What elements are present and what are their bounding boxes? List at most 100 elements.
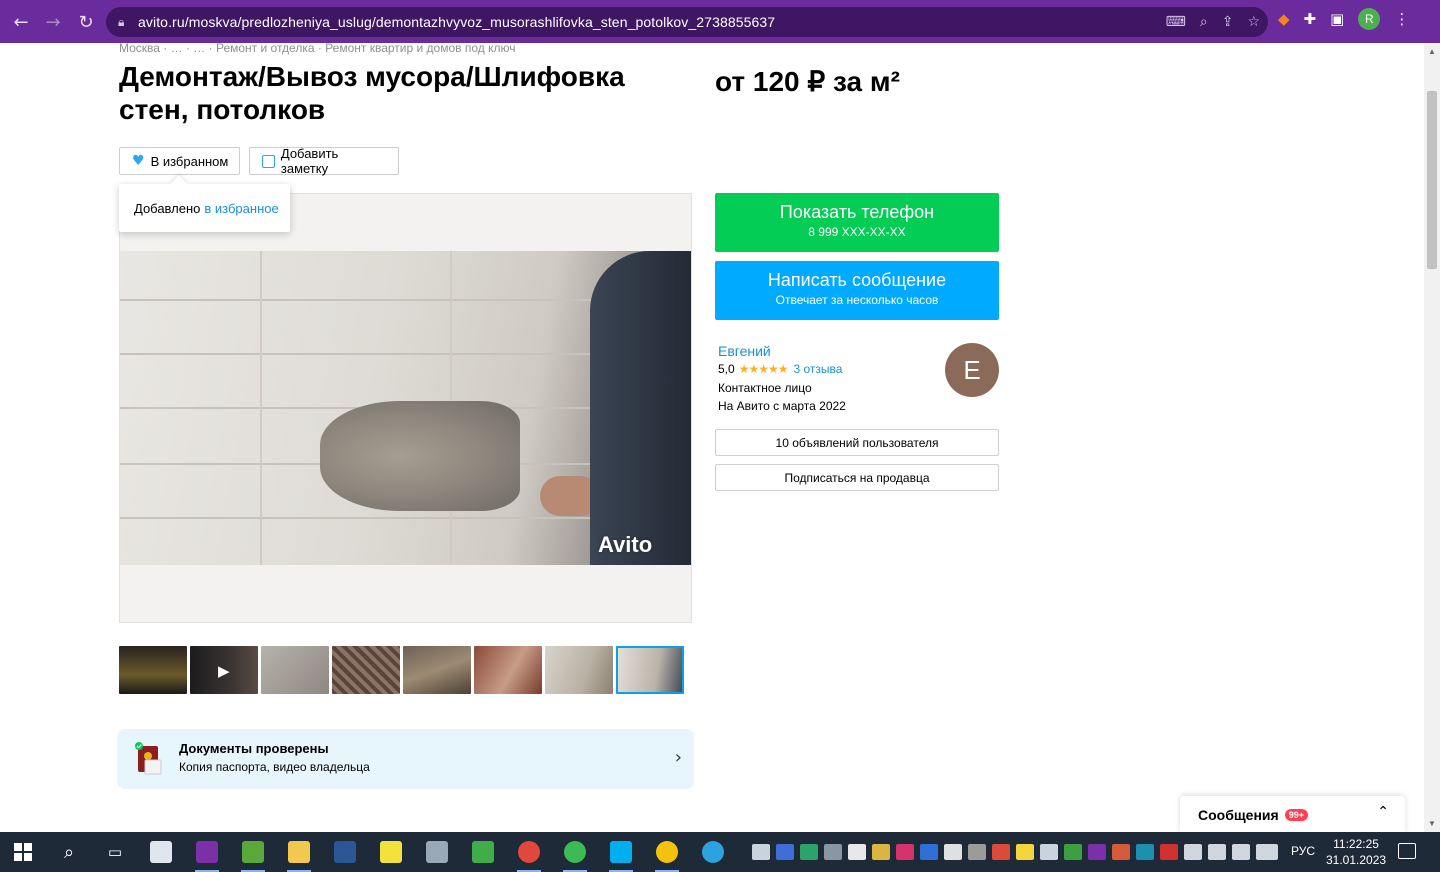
seller-name-link[interactable]: Евгений: [718, 343, 771, 359]
tray-icon[interactable]: [920, 844, 938, 860]
system-clock[interactable]: 11:22:25 31.01.2023: [1326, 836, 1386, 868]
seller-rating: 5,0 ★★★★★ 3 отзыва: [718, 362, 842, 376]
sticky-notes-icon[interactable]: [368, 832, 414, 872]
thumbnail[interactable]: [261, 646, 329, 694]
language-indicator[interactable]: РУС: [1291, 844, 1315, 858]
keyboard-icon[interactable]: [1256, 844, 1278, 860]
translate-icon[interactable]: ⌨: [1166, 14, 1186, 30]
spreadsheet-icon[interactable]: [460, 832, 506, 872]
page-scrollbar[interactable]: ▲ ▼: [1424, 43, 1440, 832]
notepad-icon[interactable]: [138, 832, 184, 872]
battery-icon[interactable]: [1184, 844, 1202, 860]
skype-icon[interactable]: [598, 832, 644, 872]
messages-widget[interactable]: Сообщения 99+ ⌃: [1180, 796, 1405, 832]
tray-icon[interactable]: [896, 844, 914, 860]
tray-icon[interactable]: [800, 844, 818, 860]
thumbnail-selected[interactable]: [616, 646, 684, 694]
write-message-button[interactable]: Написать сообщение Отвечает за несколько…: [715, 261, 999, 320]
tooltip-text: Добавлено: [134, 200, 201, 216]
favorites-link[interactable]: в избранное: [204, 201, 278, 216]
messages-label: Сообщения: [1198, 807, 1279, 823]
thumbnail-strip: ▶: [119, 646, 684, 694]
tray-icon[interactable]: [776, 844, 794, 860]
profile-avatar[interactable]: R: [1358, 8, 1381, 30]
scroll-up-arrow-icon[interactable]: ▲: [1428, 47, 1436, 56]
tray-icon[interactable]: [872, 844, 890, 860]
chrome-profile-icon[interactable]: [644, 832, 690, 872]
tray-icon[interactable]: [824, 844, 842, 860]
telegram-icon[interactable]: [690, 832, 736, 872]
page-title: Демонтаж/Вывоз мусора/Шлифовка стен, пот…: [119, 61, 625, 125]
system-tray: [752, 832, 1278, 872]
lock-icon: 🔒︎: [118, 14, 125, 29]
scroll-down-arrow-icon[interactable]: ▼: [1428, 819, 1436, 828]
tray-icon[interactable]: [1160, 844, 1178, 860]
back-icon[interactable]: ←: [6, 7, 36, 37]
tray-icon[interactable]: [968, 844, 986, 860]
favorite-button[interactable]: ♥ В избранном: [119, 147, 240, 175]
chrome-icon[interactable]: [506, 832, 552, 872]
thumbnail[interactable]: [403, 646, 471, 694]
response-time: Отвечает за несколько часов: [775, 293, 939, 307]
zoom-icon[interactable]: ⌕: [1200, 14, 1208, 30]
wifi-icon[interactable]: [1208, 844, 1226, 860]
subscribe-seller-button[interactable]: Подписаться на продавца: [715, 464, 999, 491]
chrome-profile-icon[interactable]: [552, 832, 598, 872]
thumbnail[interactable]: [545, 646, 613, 694]
sidepanel-icon[interactable]: ▣: [1330, 10, 1344, 28]
tray-icon[interactable]: [1088, 844, 1106, 860]
app-icon[interactable]: [414, 832, 460, 872]
reload-icon[interactable]: ↻: [71, 7, 101, 37]
notifications-icon[interactable]: [1398, 843, 1416, 859]
add-note-label: Добавить заметку: [280, 146, 339, 176]
menu-kebab-icon[interactable]: ⋮: [1394, 10, 1409, 28]
image-gallery[interactable]: Avito: [119, 193, 692, 623]
play-icon: ▶: [218, 662, 230, 680]
reviews-link[interactable]: 3 отзыва: [793, 362, 842, 376]
tray-icon[interactable]: [848, 844, 866, 860]
tray-icon[interactable]: [1112, 844, 1130, 860]
tray-icon[interactable]: [1136, 844, 1154, 860]
windows-start-icon[interactable]: [0, 832, 46, 872]
onenote-icon[interactable]: [184, 832, 230, 872]
thumbnail[interactable]: [474, 646, 542, 694]
user-listings-button[interactable]: 10 объявлений пользователя: [715, 429, 999, 456]
extensions-icon[interactable]: ✚: [1304, 10, 1317, 28]
heart-icon: ♥: [132, 153, 145, 169]
volume-icon[interactable]: [1232, 844, 1250, 860]
breadcrumb[interactable]: Москва · … · … · Ремонт и отделка · Ремо…: [119, 43, 515, 55]
documents-verified-banner[interactable]: Документы проверены Копия паспорта, виде…: [117, 729, 694, 789]
task-view-icon[interactable]: ▭: [92, 832, 138, 872]
tray-icon[interactable]: [1064, 844, 1082, 860]
video-thumbnail[interactable]: ▶: [190, 646, 258, 694]
scroll-thumb[interactable]: [1427, 91, 1437, 269]
metamask-icon[interactable]: ◆: [1278, 10, 1290, 28]
passport-icon: [135, 742, 162, 775]
app-icon[interactable]: [230, 832, 276, 872]
bookmark-star-icon[interactable]: ☆: [1247, 14, 1260, 30]
rating-value: 5,0: [718, 362, 735, 376]
search-icon[interactable]: ⌕: [46, 832, 92, 872]
share-icon[interactable]: ⇪: [1222, 14, 1234, 30]
word-icon[interactable]: [322, 832, 368, 872]
tray-icon[interactable]: [1040, 844, 1058, 860]
tray-icon[interactable]: [752, 844, 770, 860]
address-bar[interactable]: 🔒︎ avito.ru/moskva/predlozheniya_uslug/d…: [106, 7, 1268, 37]
forward-icon[interactable]: →: [38, 7, 68, 37]
favorite-tooltip: Добавлено в избранное: [119, 184, 290, 232]
file-explorer-icon[interactable]: [276, 832, 322, 872]
rating-stars-icon: ★★★★★: [738, 362, 789, 376]
chevron-up-icon[interactable]: ⌃: [1377, 804, 1389, 820]
thumbnail[interactable]: [119, 646, 187, 694]
main-photo[interactable]: Avito: [120, 251, 691, 565]
add-note-button[interactable]: Добавить заметку: [249, 146, 399, 176]
favorite-label: В избранном: [150, 153, 229, 169]
tray-icon[interactable]: [1016, 844, 1034, 860]
seller-avatar[interactable]: Е: [945, 343, 999, 397]
thumbnail[interactable]: [332, 646, 400, 694]
tray-icon[interactable]: [944, 844, 962, 860]
tray-icon[interactable]: [992, 844, 1010, 860]
phone-masked: 8 999 XXX-XX-XX: [808, 225, 906, 239]
clock-date: 31.01.2023: [1326, 853, 1387, 867]
show-phone-button[interactable]: Показать телефон 8 999 XXX-XX-XX: [715, 193, 999, 252]
